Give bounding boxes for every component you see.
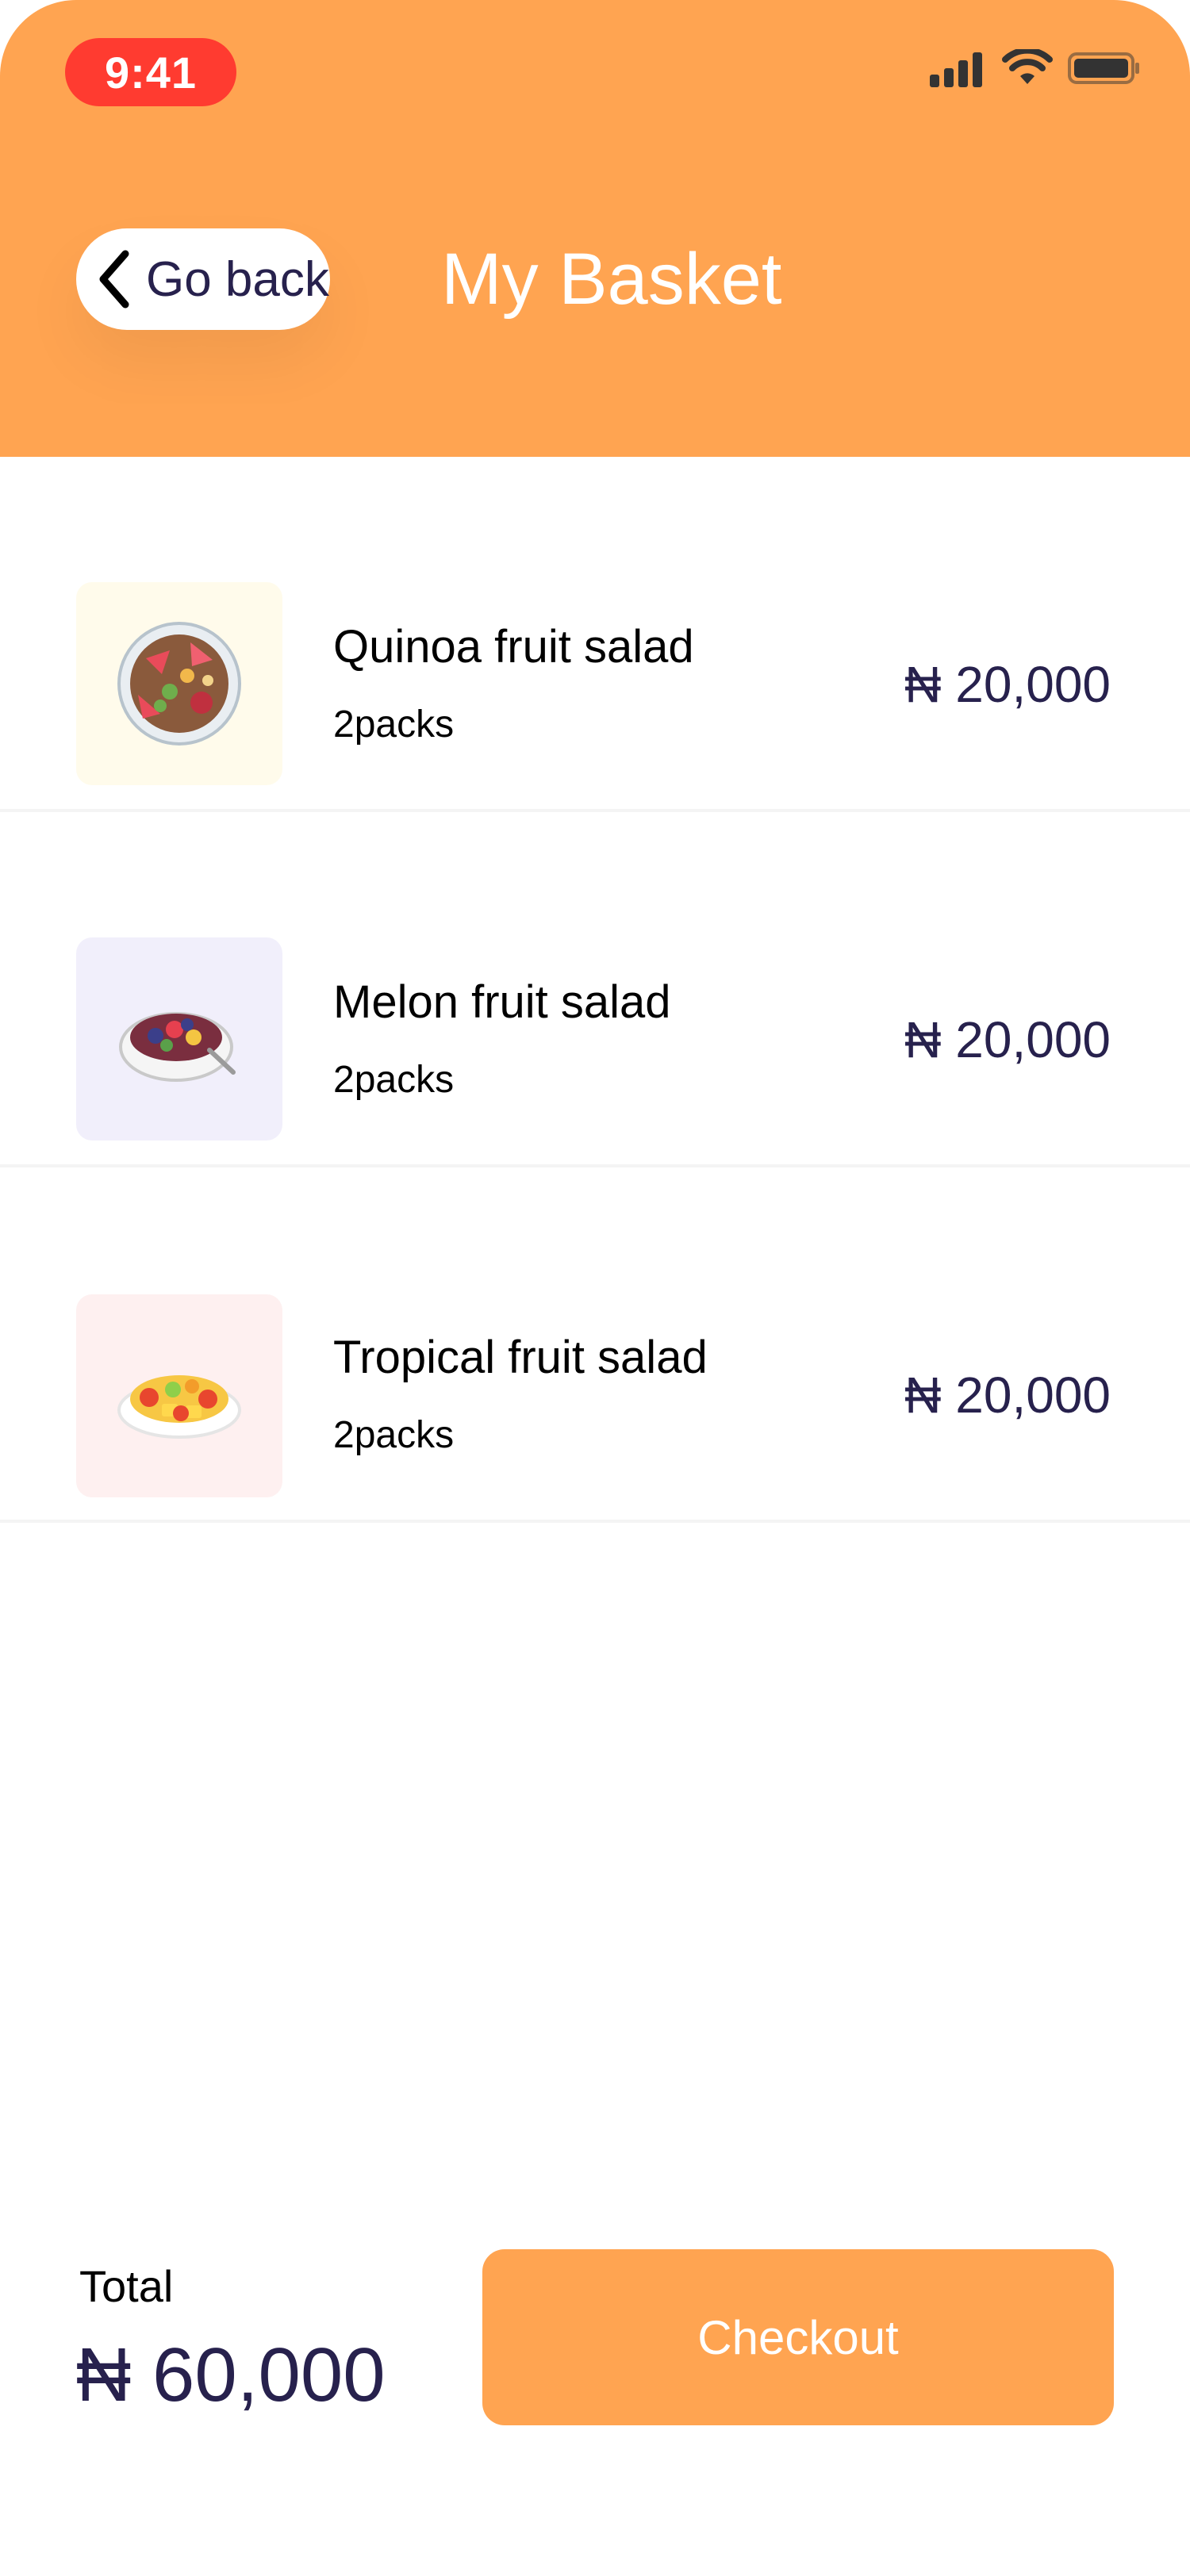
battery-icon — [1068, 52, 1139, 84]
status-bar: 9:41 — [0, 0, 1190, 143]
status-icons — [930, 49, 1141, 87]
item-quantity: 2packs — [333, 1414, 455, 1456]
tropical-salad-icon — [117, 1375, 241, 1439]
basket-list: Quinoa fruit salad 2packs ₦ 20,000 Melon… — [0, 457, 1190, 1523]
header: 9:41 Go back My Basket — [0, 0, 1190, 457]
item-name: Melon fruit salad — [333, 976, 671, 1028]
quinoa-salad-icon — [117, 622, 241, 746]
basket-item[interactable]: Quinoa fruit salad 2packs ₦ 20,000 — [0, 457, 1190, 812]
basket-screen: 9:41 Go back My Basket Quinoa fruit sala… — [0, 0, 1190, 2576]
wifi-icon — [1002, 49, 1053, 84]
status-time: 9:41 — [65, 38, 236, 106]
melon-salad-icon — [119, 1012, 236, 1082]
total-label: Total — [79, 2261, 174, 2311]
item-price: ₦ 20,000 — [904, 1011, 1111, 1068]
item-name: Quinoa fruit salad — [333, 621, 694, 673]
item-name: Tropical fruit salad — [333, 1332, 708, 1383]
checkout-button[interactable]: Checkout — [482, 2249, 1114, 2425]
item-quantity: 2packs — [333, 1059, 455, 1101]
go-back-label: Go back — [146, 251, 329, 307]
total-amount: ₦ 60,000 — [76, 2333, 386, 2417]
page-title: My Basket — [441, 239, 782, 320]
go-back-button[interactable]: Go back — [76, 228, 330, 330]
item-thumbnail — [76, 1294, 282, 1497]
basket-item[interactable]: Tropical fruit salad 2packs ₦ 20,000 — [0, 1167, 1190, 1523]
item-quantity: 2packs — [333, 703, 455, 746]
item-price: ₦ 20,000 — [904, 656, 1111, 713]
signal-icon — [930, 49, 987, 87]
item-price: ₦ 20,000 — [904, 1367, 1111, 1424]
chevron-left-icon — [99, 250, 129, 309]
basket-item[interactable]: Melon fruit salad 2packs ₦ 20,000 — [0, 812, 1190, 1167]
item-thumbnail — [76, 937, 282, 1140]
item-thumbnail — [76, 582, 282, 785]
